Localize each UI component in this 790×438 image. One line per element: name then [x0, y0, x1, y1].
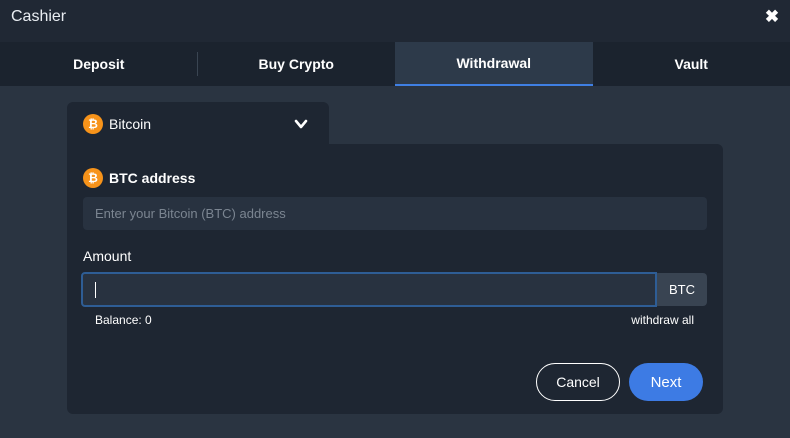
bitcoin-icon: ₿	[83, 114, 103, 134]
tab-withdrawal[interactable]: Withdrawal	[395, 42, 593, 86]
tab-label: Vault	[674, 56, 708, 72]
text-caret	[95, 282, 96, 298]
title-bar: Cashier ✖	[0, 0, 790, 42]
withdrawal-form: ₿ BTC address Amount BTC Balance: 0 with…	[67, 144, 723, 414]
chevron-down-icon	[294, 119, 308, 129]
tab-vault[interactable]: Vault	[593, 42, 790, 86]
tab-label: Buy Crypto	[258, 56, 334, 72]
close-icon[interactable]: ✖	[764, 8, 780, 26]
withdraw-all-link[interactable]: withdraw all	[631, 313, 694, 327]
btc-address-input[interactable]	[83, 197, 707, 230]
next-button[interactable]: Next	[629, 363, 703, 401]
address-label-row: ₿ BTC address	[83, 168, 195, 188]
tab-label: Withdrawal	[456, 55, 532, 71]
currency-select-value: Bitcoin	[109, 116, 152, 132]
bitcoin-icon: ₿	[83, 168, 103, 188]
amount-label: Amount	[83, 248, 132, 264]
amount-unit: BTC	[657, 273, 707, 306]
amount-input[interactable]	[81, 272, 657, 307]
address-label: BTC address	[109, 170, 196, 186]
tab-deposit[interactable]: Deposit	[0, 42, 198, 86]
cancel-button[interactable]: Cancel	[536, 363, 620, 401]
window-title: Cashier	[11, 8, 67, 25]
currency-select[interactable]: ₿ Bitcoin	[67, 102, 329, 146]
tab-label: Deposit	[73, 56, 125, 72]
tab-bar: Deposit Buy Crypto Withdrawal Vault	[0, 42, 790, 86]
tab-buy-crypto[interactable]: Buy Crypto	[198, 42, 396, 86]
balance-text: Balance: 0	[95, 313, 152, 327]
